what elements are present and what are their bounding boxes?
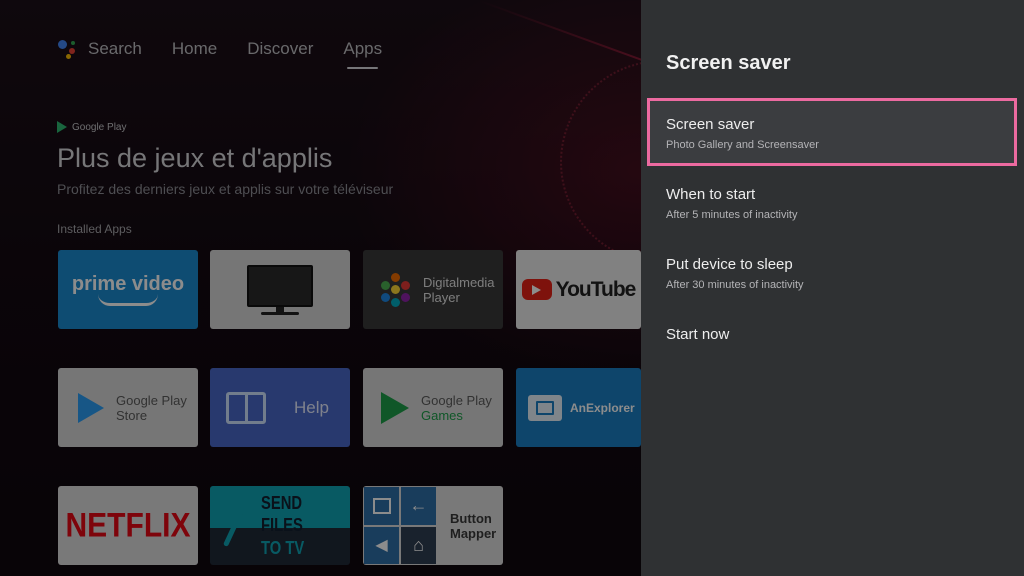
option-screen-saver[interactable]: Screen saver Photo Gallery and Screensav…: [647, 98, 1017, 166]
background-dim-overlay: [0, 0, 641, 576]
option-screen-saver-title: Screen saver: [666, 116, 755, 133]
option-screen-saver-subtitle: Photo Gallery and Screensaver: [666, 139, 819, 151]
option-start-now-title: Start now: [666, 326, 730, 343]
option-when-to-start-subtitle: After 5 minutes of inactivity: [666, 209, 798, 221]
option-when-to-start-title: When to start: [666, 186, 756, 203]
option-when-to-start[interactable]: When to start After 5 minutes of inactiv…: [647, 168, 1017, 236]
option-put-device-to-sleep[interactable]: Put device to sleep After 30 minutes of …: [647, 238, 1017, 306]
panel-title: Screen saver: [666, 52, 791, 74]
screen-saver-settings-panel: Screen saver Screen saver Photo Gallery …: [641, 0, 1024, 576]
option-put-device-to-sleep-title: Put device to sleep: [666, 256, 793, 273]
option-put-device-to-sleep-subtitle: After 30 minutes of inactivity: [666, 279, 804, 291]
option-start-now[interactable]: Start now: [647, 308, 1017, 376]
